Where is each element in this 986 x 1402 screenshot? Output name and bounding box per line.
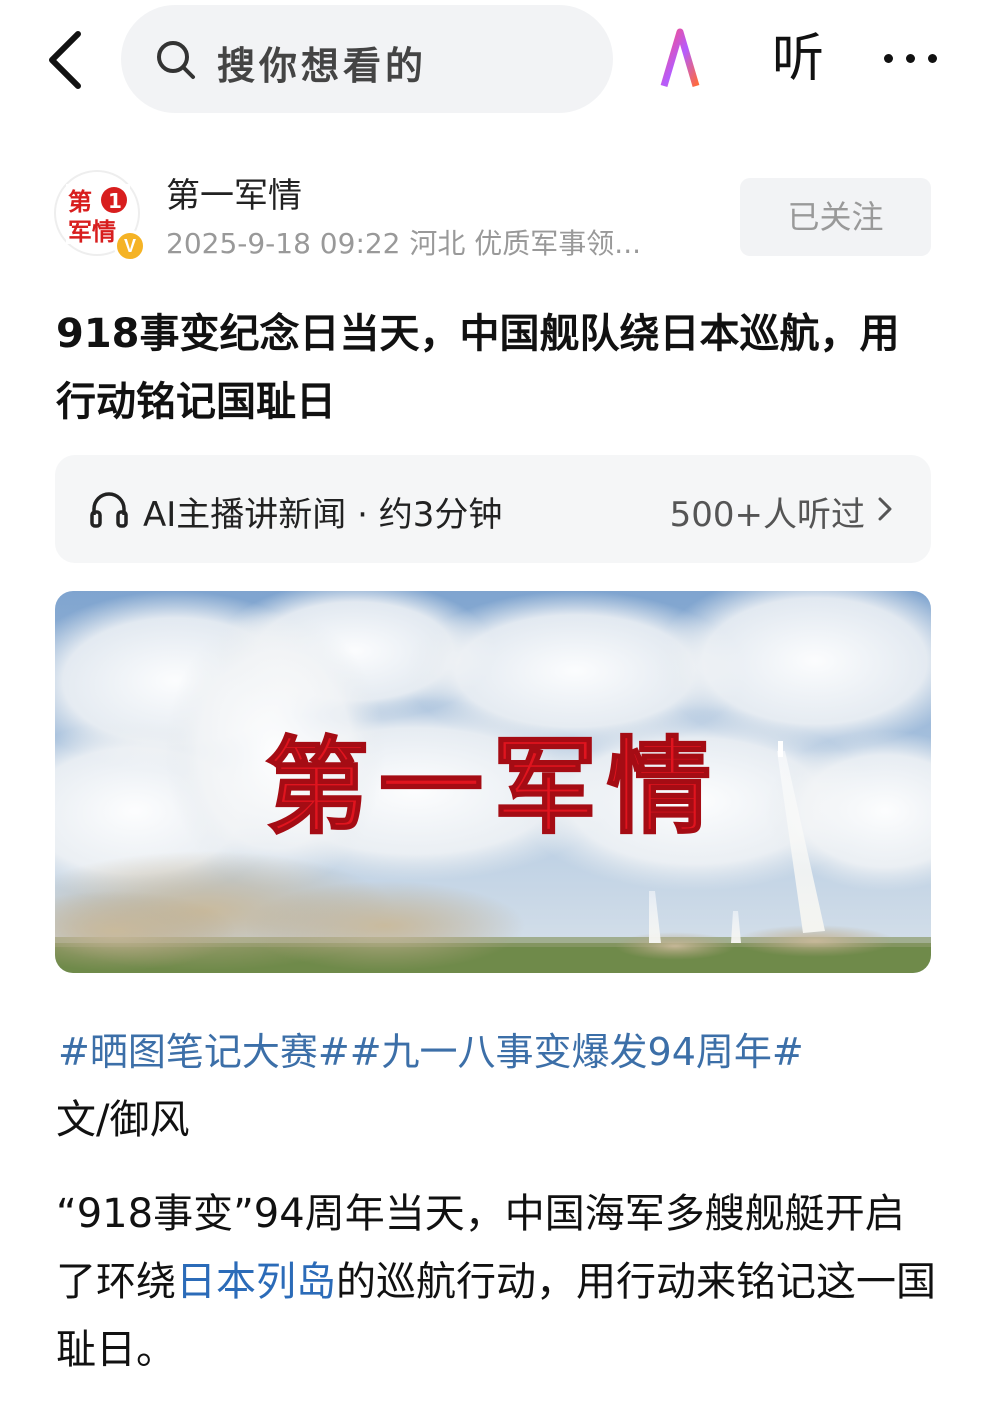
article-headline: 918事变纪念日当天，中国舰队绕日本巡航，用行动铭记国耻日	[56, 311, 900, 425]
ai-icon	[660, 28, 716, 90]
more-button[interactable]	[880, 40, 940, 80]
more-dot-icon	[928, 54, 937, 63]
tag-list: #晒图笔记大赛##九一八事变爆发94周年#	[58, 1024, 804, 1080]
missile-launch-image: 第一军情	[55, 591, 931, 973]
more-dot-icon	[884, 54, 893, 63]
follow-button[interactable]: 已关注	[740, 178, 931, 256]
chevron-left-icon	[49, 31, 81, 89]
top-bar: 搜你想看的 听	[0, 0, 986, 120]
topic-link[interactable]: 日本列岛	[176, 1259, 336, 1305]
listen-bar-label: AI主播讲新闻 · 约3分钟	[143, 495, 503, 535]
hero-image[interactable]: 第一军情	[55, 591, 931, 973]
back-button[interactable]	[40, 28, 92, 92]
article-paragraph: “918事变”94周年当天，中国海军多艘舰艇开启了环绕日本列岛的巡航行动，用行动…	[56, 1180, 936, 1384]
headphone-icon	[90, 492, 128, 528]
author-meta: 2025-9-18 09:22 河北 优质军事领...	[166, 227, 642, 260]
svg-text:军情: 军情	[68, 218, 116, 244]
listen-count: 500+人听过	[669, 495, 865, 535]
search-placeholder: 搜你想看的	[217, 44, 428, 88]
tag-link[interactable]: #晒图笔记大赛#	[58, 1030, 350, 1074]
tag-link[interactable]: #九一八事变爆发94周年#	[350, 1030, 804, 1074]
search-input[interactable]: 搜你想看的	[121, 5, 613, 113]
author-name[interactable]: 第一军情	[166, 168, 302, 217]
byline: 文/御风	[56, 1097, 190, 1143]
hero-overlay-text: 第一军情	[265, 725, 721, 848]
article-page: 搜你想看的 听 第 1 军情 V 第一军情 2025-9-18 09:22 河北…	[0, 0, 986, 1402]
ai-button[interactable]	[660, 26, 722, 92]
search-icon	[157, 41, 195, 79]
listen-button[interactable]: 听	[772, 28, 824, 90]
verified-badge-icon: V	[114, 230, 146, 262]
chevron-right-icon	[878, 497, 892, 521]
svg-text:第: 第	[68, 188, 92, 216]
svg-text:1: 1	[108, 189, 122, 213]
author-avatar[interactable]: 第 1 军情 V	[54, 170, 146, 262]
more-dot-icon	[906, 54, 915, 63]
ai-listen-bar[interactable]: AI主播讲新闻 · 约3分钟 500+人听过	[55, 455, 931, 563]
